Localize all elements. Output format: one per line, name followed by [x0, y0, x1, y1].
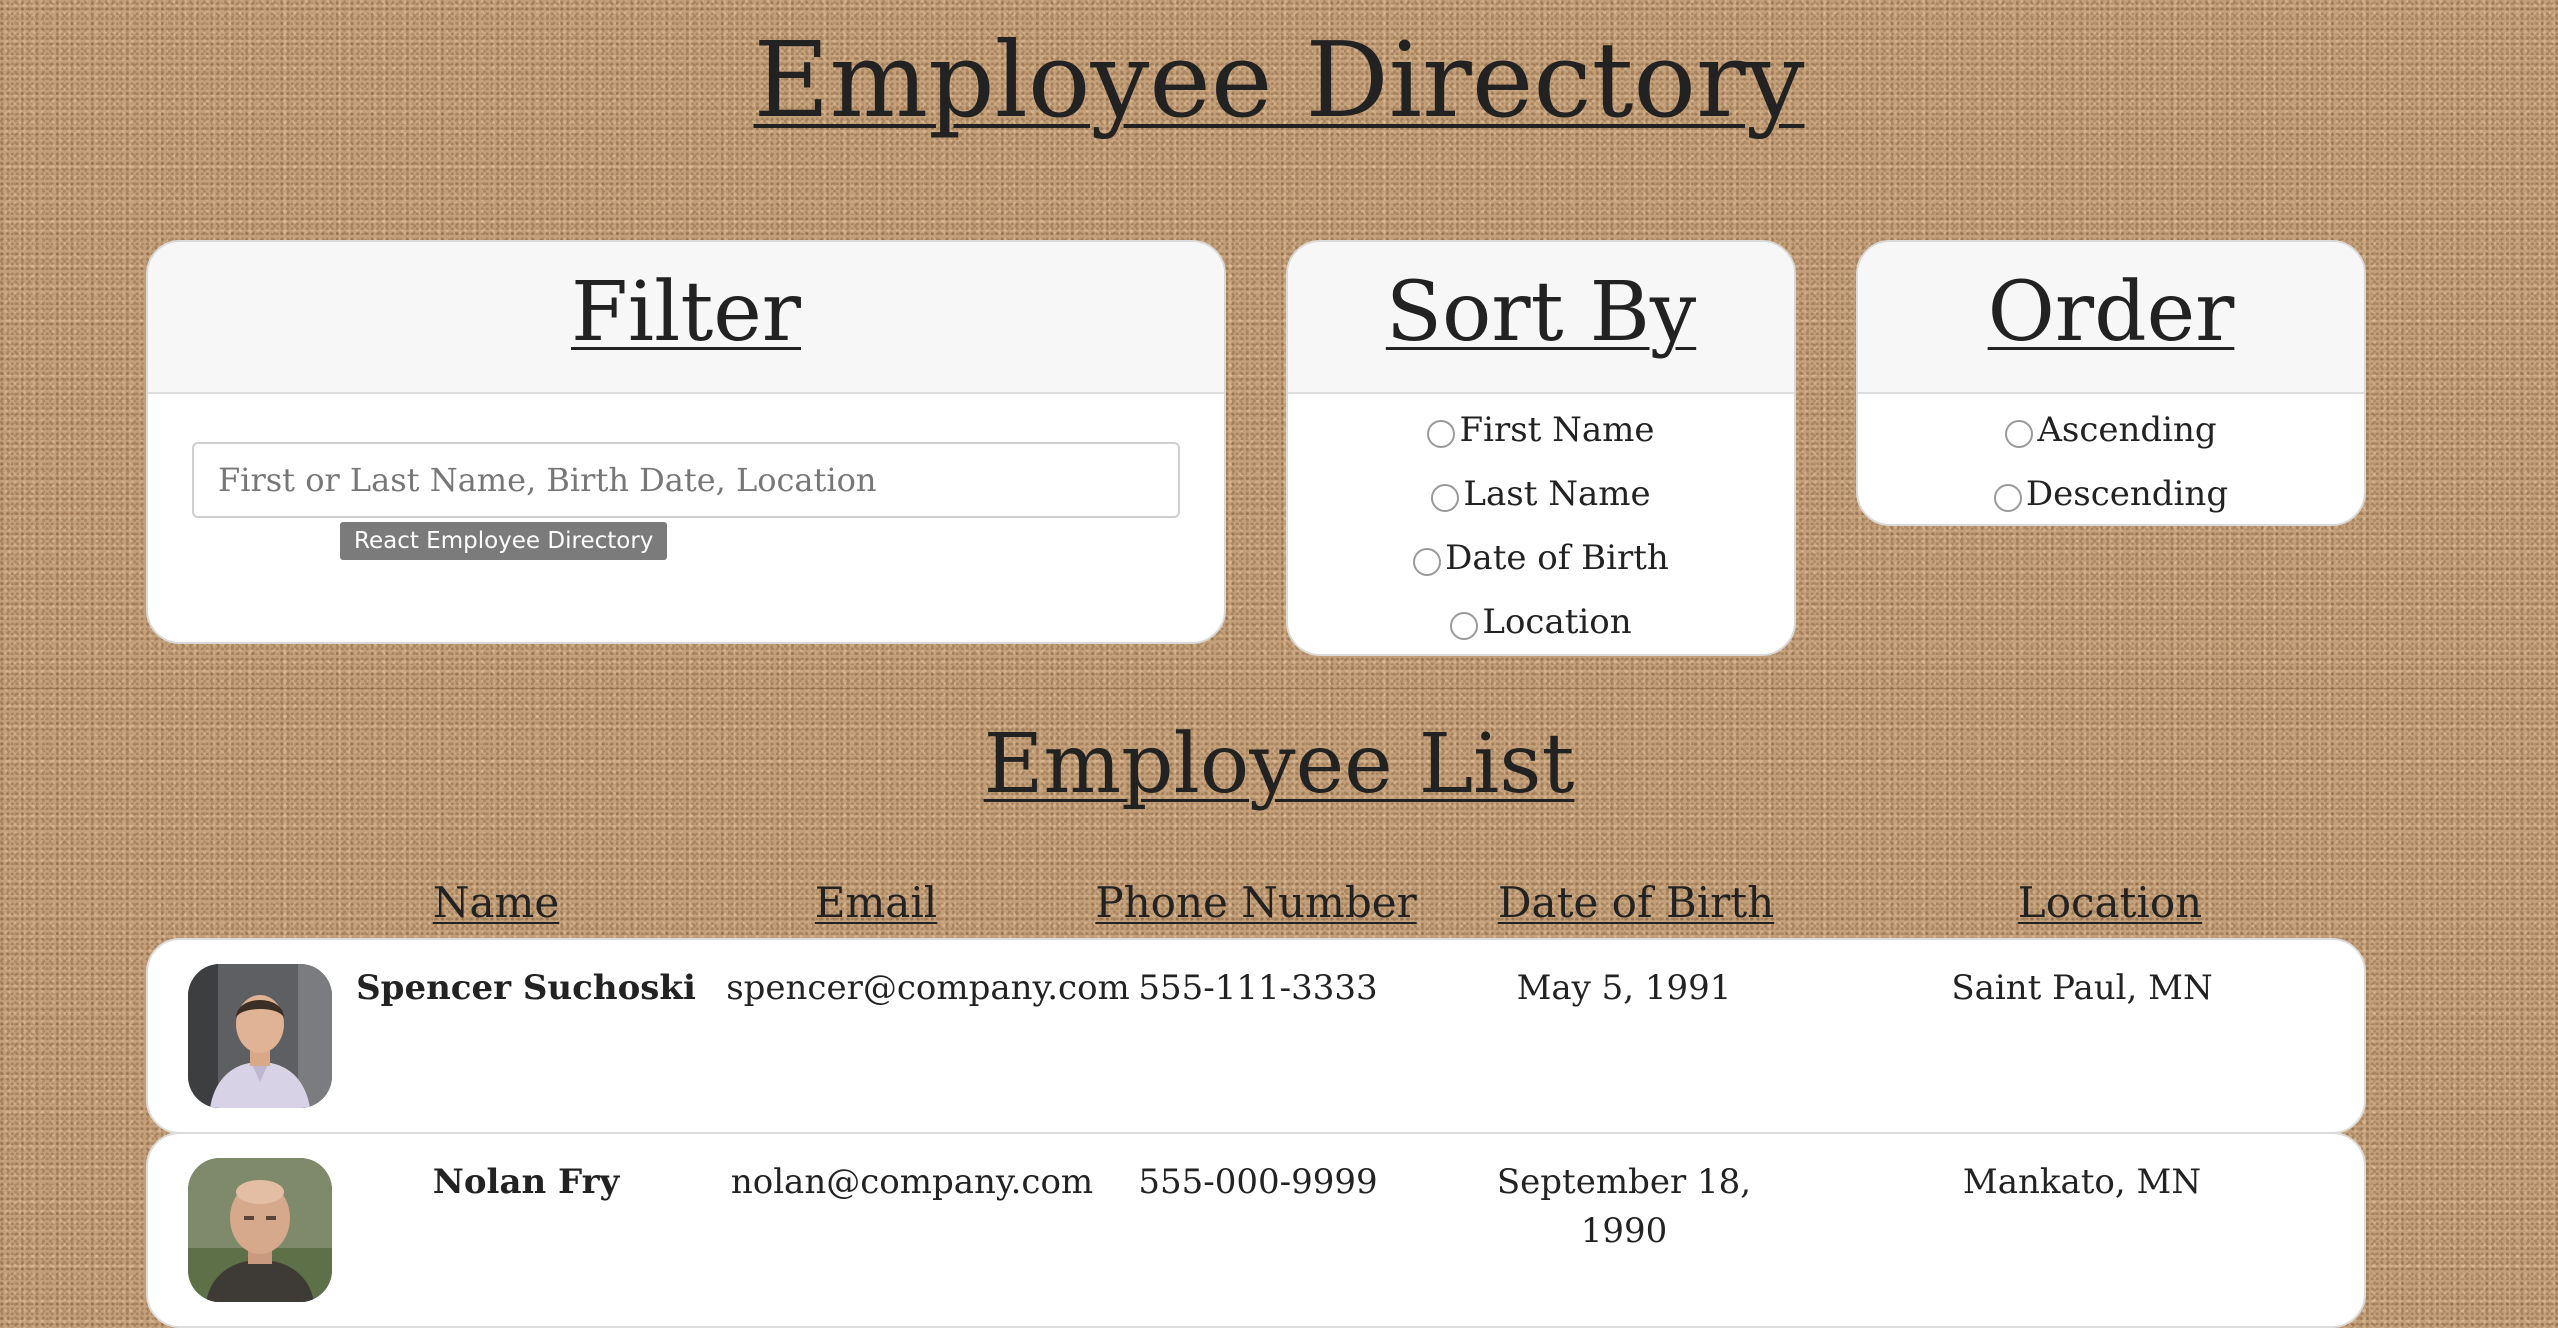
column-header-dob[interactable]: Date of Birth — [1498, 878, 1774, 928]
order-title: Order — [1987, 265, 2235, 360]
order-options: Ascending Descending — [1858, 394, 2364, 524]
table-row: Nolan Fry nolan@company.com 555-000-9999… — [146, 1132, 2366, 1328]
radio-button[interactable] — [1413, 548, 1442, 576]
sort-option-last-name[interactable]: Last Name — [1288, 462, 1794, 526]
order-option-descending[interactable]: Descending — [1858, 462, 2364, 524]
order-option-label: Descending — [2025, 474, 2229, 514]
radio-button[interactable] — [1993, 484, 2022, 512]
employee-dob: May 5, 1991 — [1516, 968, 1732, 1008]
table-row: Spencer Suchoski spencer@company.com 555… — [146, 938, 2366, 1134]
filter-card-header: Filter — [148, 242, 1224, 394]
column-header-phone[interactable]: Phone Number — [1095, 878, 1416, 928]
radio-button[interactable] — [2005, 420, 2034, 448]
employee-name: Nolan Fry — [432, 1162, 620, 1202]
employee-list-title: Employee List — [983, 717, 1575, 812]
section-divider — [0, 688, 2558, 689]
radio-button[interactable] — [1431, 484, 1460, 512]
employee-location: Saint Paul, MN — [1951, 968, 2213, 1008]
employee-location: Mankato, MN — [1962, 1162, 2202, 1202]
sort-card-header: Sort By — [1288, 242, 1794, 394]
sort-option-first-name[interactable]: First Name — [1288, 398, 1794, 462]
sort-option-label: Location — [1482, 602, 1632, 642]
order-option-label: Ascending — [2037, 410, 2217, 450]
sort-option-label: First Name — [1459, 410, 1655, 450]
employee-email: spencer@company.com — [726, 968, 1130, 1008]
sort-options: First Name Last Name Date of Birth Locat… — [1288, 394, 1794, 654]
filter-card: Filter React Employee Directory — [146, 240, 1226, 644]
sort-title: Sort By — [1385, 265, 1697, 360]
order-card: Order Ascending Descending — [1856, 240, 2366, 526]
tooltip: React Employee Directory — [340, 522, 668, 560]
column-header-email[interactable]: Email — [815, 878, 937, 928]
filter-title: Filter — [570, 265, 802, 360]
sort-option-label: Last Name — [1463, 474, 1651, 514]
employee-email: nolan@company.com — [730, 1162, 1094, 1202]
page-title: Employee Directory — [753, 19, 1805, 141]
order-card-header: Order — [1858, 242, 2364, 394]
avatar — [188, 1158, 332, 1302]
sort-card: Sort By First Name Last Name Date of Bir… — [1286, 240, 1796, 656]
search-input[interactable] — [192, 442, 1180, 518]
radio-button[interactable] — [1427, 420, 1456, 448]
sort-option-location[interactable]: Location — [1288, 590, 1794, 654]
order-option-ascending[interactable]: Ascending — [1858, 398, 2364, 462]
column-header-name[interactable]: Name — [433, 878, 559, 928]
employee-dob: September 18, 1990 — [1496, 1162, 1752, 1252]
employee-name: Spencer Suchoski — [356, 968, 696, 1008]
radio-button[interactable] — [1450, 612, 1479, 640]
sort-option-date-of-birth[interactable]: Date of Birth — [1288, 526, 1794, 590]
avatar — [188, 964, 332, 1108]
employee-phone: 555-111-3333 — [1138, 968, 1378, 1008]
sort-option-label: Date of Birth — [1445, 538, 1669, 578]
employee-phone: 555-000-9999 — [1138, 1162, 1378, 1202]
column-header-location[interactable]: Location — [2018, 878, 2202, 928]
